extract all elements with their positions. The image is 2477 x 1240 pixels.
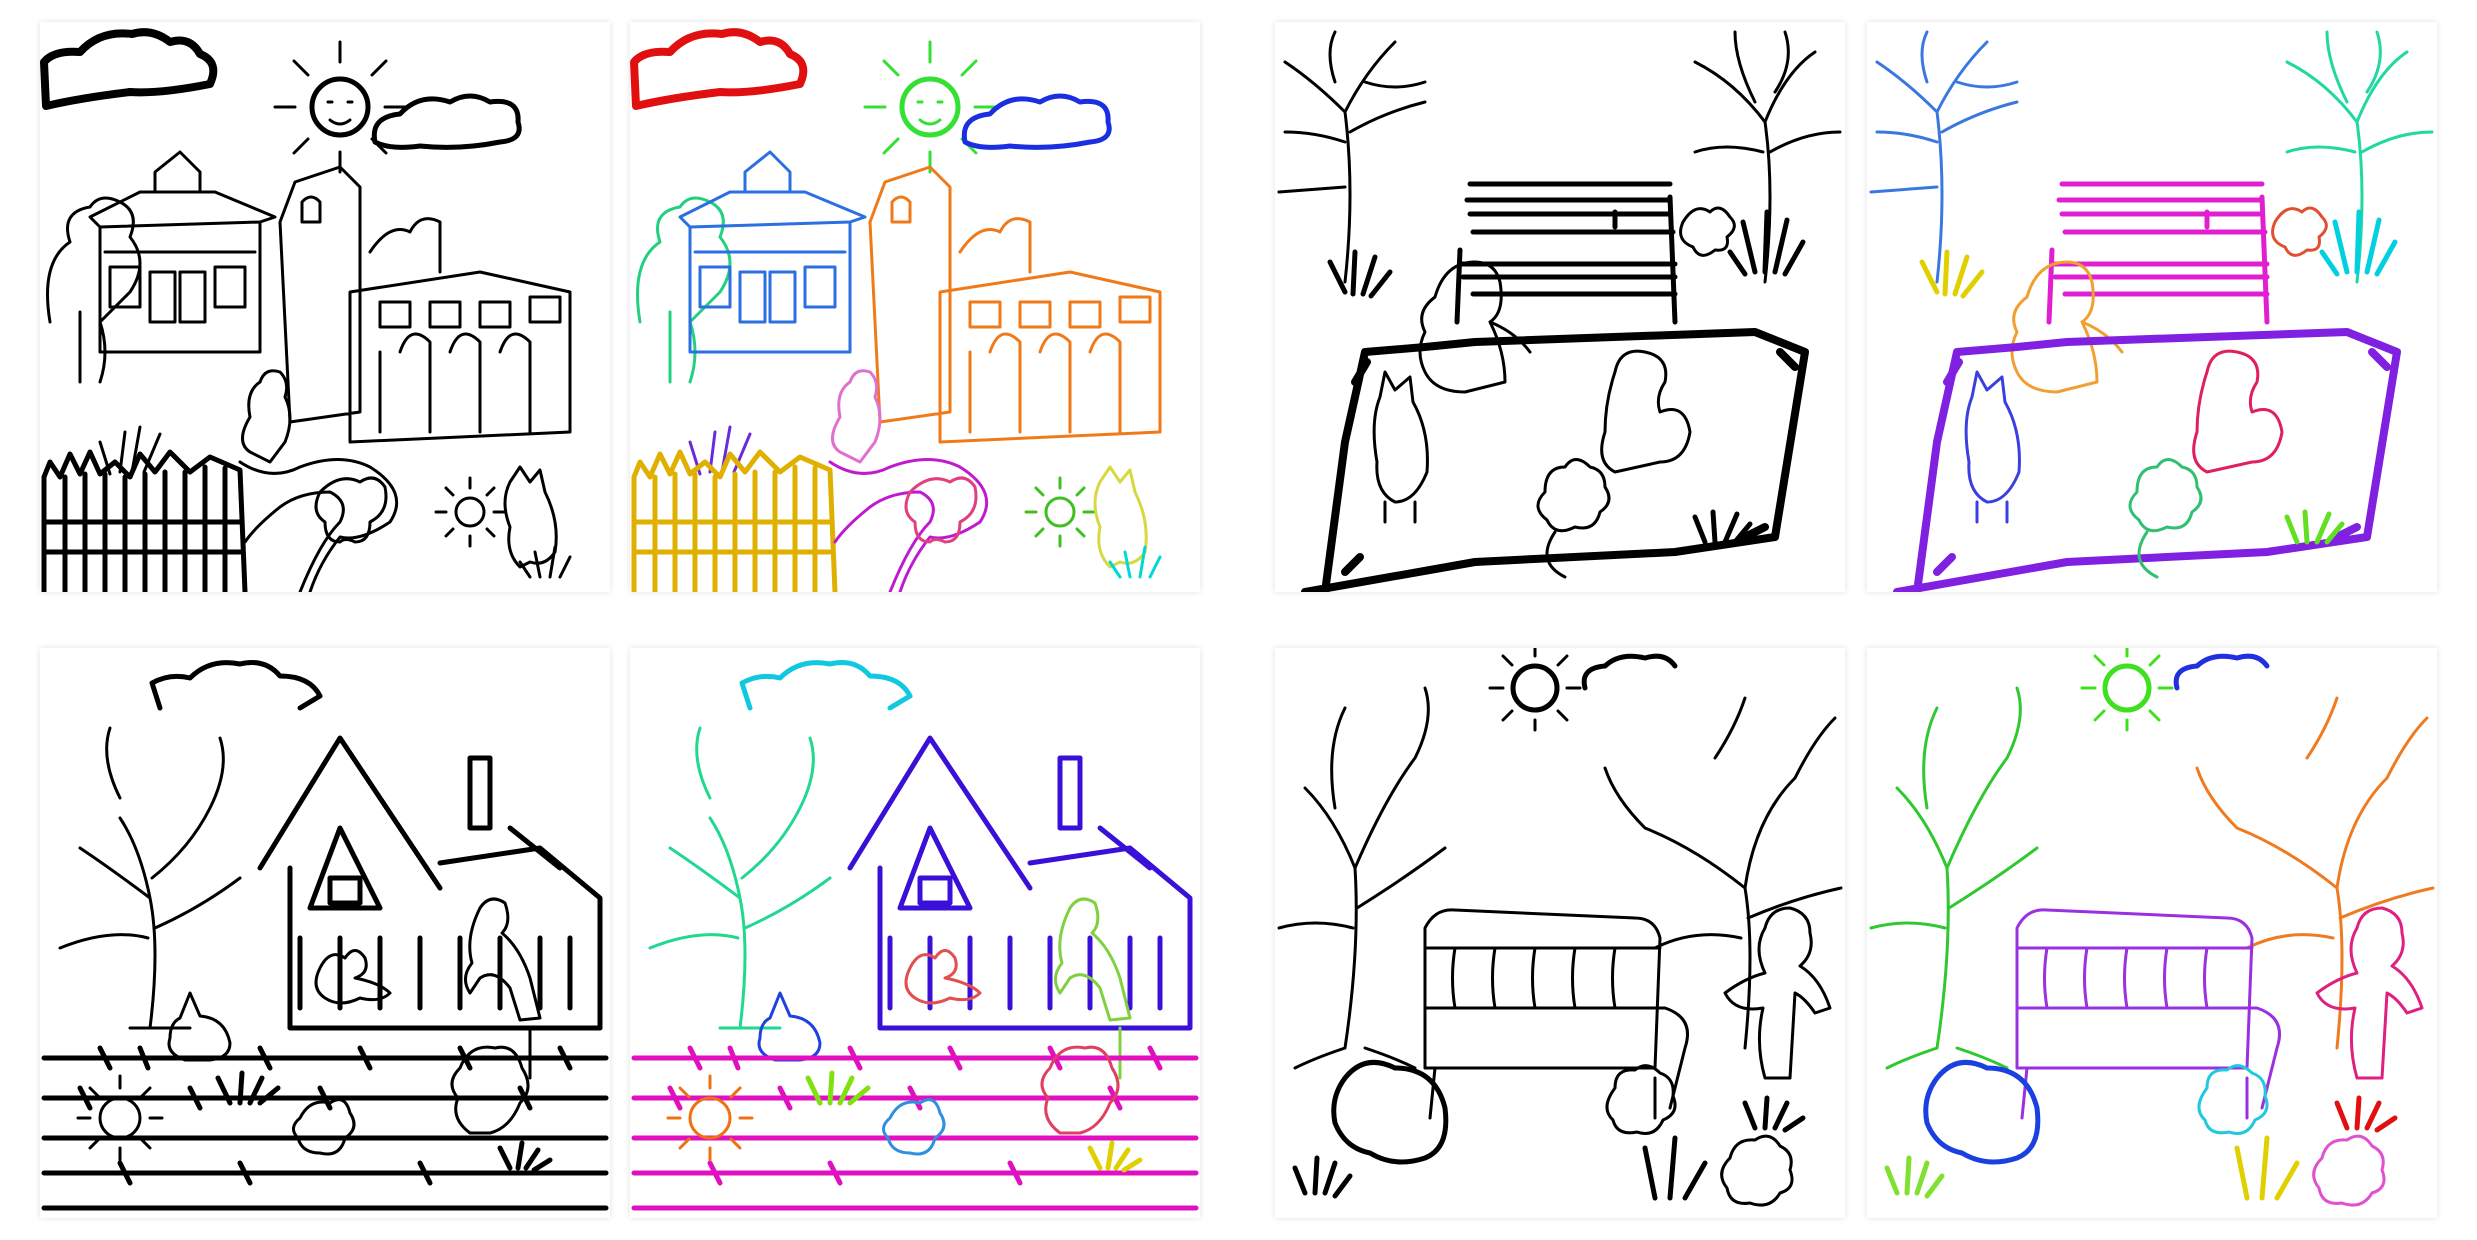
grass-right-sketch [1742, 1095, 1806, 1133]
panel-farm-sketch [40, 648, 610, 1218]
flower-top-segment [2271, 206, 2328, 257]
panel-bench-colored [1867, 648, 2437, 1218]
house-segment [847, 735, 1193, 1031]
bench-segment [2015, 908, 2281, 1120]
cloud-left-segment [630, 28, 808, 110]
panel-village-sketch [40, 22, 610, 592]
panel-farm-colored [630, 648, 1200, 1218]
tower-building-segment [868, 165, 1162, 444]
sun-sketch [273, 40, 407, 174]
rose-bottom-sketch [1720, 1134, 1794, 1207]
sun-sketch [1488, 648, 1582, 732]
tree-segment [648, 726, 832, 1030]
bench-segment [2046, 181, 2270, 325]
tree-left-sketch [1277, 30, 1427, 284]
dog-segment [904, 476, 978, 544]
boy-sketch [241, 369, 292, 464]
house-segment [678, 150, 867, 354]
rug-segment [1893, 328, 2401, 592]
cloud-segment [739, 660, 913, 711]
cloud-right-segment [961, 93, 1112, 150]
flower-top-sketch [1679, 206, 1736, 257]
grass-small-sketch [497, 1140, 553, 1173]
sun-segment [863, 40, 997, 174]
flower-sketch [292, 1098, 356, 1156]
grass-right-sketch [1727, 209, 1806, 277]
grass-small-segment [1087, 1140, 1143, 1173]
grass-left-sketch [1327, 249, 1393, 299]
cloud-right-sketch [371, 93, 522, 150]
dog-segment [1923, 1059, 2041, 1165]
boy-segment [831, 369, 882, 464]
sunflower-sketch [76, 1074, 164, 1162]
flower-segment [882, 1098, 946, 1156]
cat-sketch [503, 465, 558, 569]
girl-sketch [1418, 260, 1532, 394]
sunflower-sketch [434, 476, 506, 548]
cloud-sketch [1581, 653, 1678, 691]
girl-segment [2315, 906, 2424, 1080]
grass-left-segment [1884, 1155, 1945, 1199]
panel-park-girl-colored [1867, 22, 2437, 592]
dog-sketch [1600, 349, 1692, 474]
fence-sketch [41, 449, 248, 592]
grass-right-segment [2334, 1095, 2398, 1133]
sunflower-segment [1024, 476, 1096, 548]
cloud-left-sketch [40, 28, 218, 110]
cat-sketch [1372, 370, 1429, 524]
cloud-sketch [149, 660, 323, 711]
grass-left-segment [1919, 249, 1985, 299]
rug-sketch [1301, 328, 1809, 592]
rose-middle-sketch [1605, 1064, 1677, 1135]
sunflower-segment [666, 1074, 754, 1162]
house-sketch [88, 150, 277, 354]
girl-sketch [1723, 906, 1832, 1080]
fence-wire-segment [631, 1045, 1199, 1211]
fence-segment [631, 449, 838, 592]
tree-sketch [58, 726, 242, 1030]
bench-sketch [1454, 181, 1678, 325]
sun-segment [2080, 648, 2174, 732]
dog-sketch [1331, 1059, 1449, 1165]
tree-left-segment [1869, 30, 2019, 284]
panel-bench-sketch [1275, 648, 1845, 1218]
dog-segment [2192, 349, 2284, 474]
grass-bottom-segment [2234, 1135, 2300, 1201]
bench-sketch [1423, 908, 1689, 1120]
man-sketch [464, 897, 542, 1080]
tree-left-sketch [1277, 686, 1447, 1070]
man-segment [1054, 897, 1132, 1080]
grass-bottom-sketch [1692, 509, 1753, 545]
house-sketch [257, 735, 603, 1031]
figure-grid [0, 0, 2477, 1240]
grass-bottom-segment [2284, 509, 2345, 545]
panel-village-colored [630, 22, 1200, 592]
tree-right-sketch [1603, 696, 1843, 1050]
dog-sketch [314, 476, 388, 544]
tree-left-segment [1869, 686, 2039, 1070]
grass-left-sketch [1292, 1155, 1353, 1199]
cat-segment [1093, 465, 1148, 569]
girl-segment [2010, 260, 2124, 394]
rose-bottom-segment [2312, 1134, 2386, 1207]
tree-right-segment [2195, 696, 2435, 1050]
tower-building-sketch [278, 165, 572, 444]
panel-park-girl-sketch [1275, 22, 1845, 592]
fence-wire-sketch [41, 1045, 609, 1211]
grass-right-segment [2319, 209, 2398, 277]
grass-bottom-sketch [1642, 1135, 1708, 1201]
rose-middle-segment [2197, 1064, 2269, 1135]
cloud-segment [2173, 653, 2270, 691]
cat-segment [1964, 370, 2021, 524]
